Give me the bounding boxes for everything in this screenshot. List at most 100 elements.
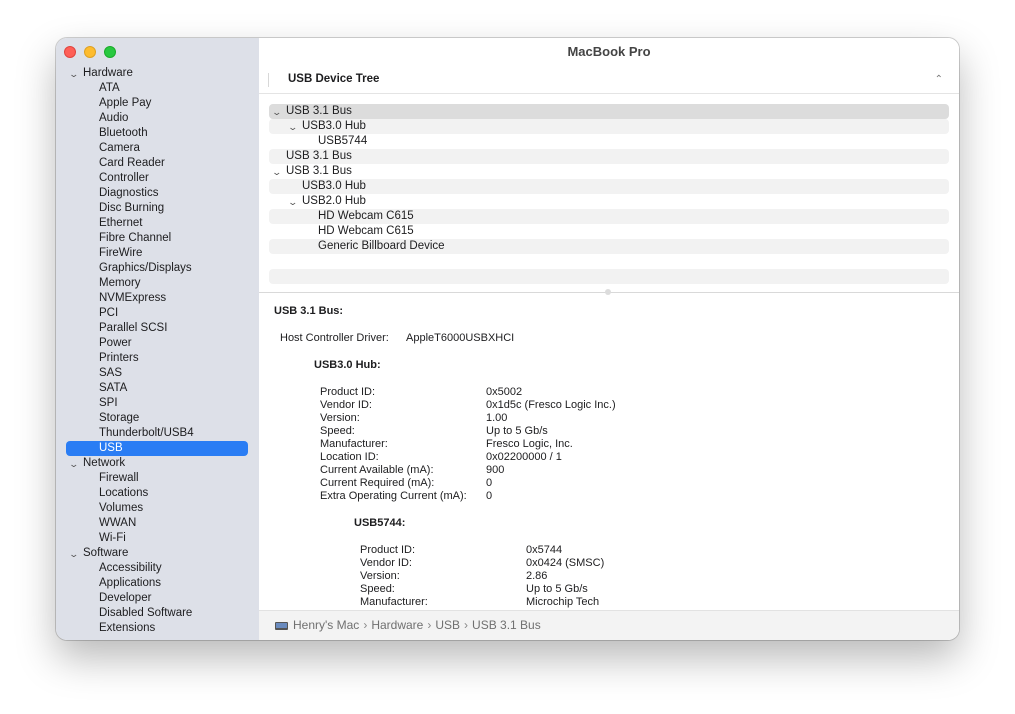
tree-row-label: USB3.0 Hub <box>302 180 366 192</box>
device-prop-value: Microchip Tech <box>526 596 600 608</box>
hub-title: USB3.0 Hub: <box>314 359 381 371</box>
tree-row-empty <box>269 254 949 269</box>
sidebar-item[interactable]: Bluetooth <box>56 126 259 141</box>
hub-prop-value: 900 <box>486 464 505 476</box>
hub-prop-key: Vendor ID: <box>320 399 372 411</box>
device-prop-value: 2.86 <box>526 570 548 582</box>
host-controller-label: Host Controller Driver: <box>280 332 389 344</box>
sidebar-item[interactable]: Parallel SCSI <box>56 321 259 336</box>
sidebar-item-usb-selected[interactable]: USB <box>66 441 248 456</box>
hub-prop-value: 0 <box>486 477 493 489</box>
sidebar-item[interactable]: Card Reader <box>56 156 259 171</box>
hub-prop-value: 0 <box>486 490 493 502</box>
sidebar-item[interactable]: SPI <box>56 396 259 411</box>
tree-row-empty <box>269 269 949 284</box>
chevron-down-icon[interactable]: ⌄ <box>271 165 282 180</box>
tree-row[interactable]: ⌄ USB2.0 Hub <box>269 194 949 209</box>
sidebar-item[interactable]: Applications <box>56 576 259 591</box>
breadcrumb-item[interactable]: USB 3.1 Bus <box>472 618 541 632</box>
device-prop-value: 0x5744 <box>526 544 563 556</box>
tree-row[interactable]: Generic Billboard Device <box>269 239 949 254</box>
sidebar-item[interactable]: Power <box>56 336 259 351</box>
sidebar-item[interactable]: Controller <box>56 171 259 186</box>
chevron-up-icon[interactable]: ⌃ <box>935 66 943 93</box>
breadcrumb-item[interactable]: Hardware <box>371 618 423 632</box>
tree-row[interactable]: ⌄ USB 3.1 Bus <box>269 164 949 179</box>
sidebar-category-software[interactable]: ⌄ Software <box>56 546 259 561</box>
tree-row[interactable]: USB 3.1 Bus <box>269 149 949 164</box>
sidebar-item[interactable]: Camera <box>56 141 259 156</box>
device-prop-key: Manufacturer: <box>360 596 428 608</box>
hub-prop-key: Location ID: <box>320 451 379 463</box>
sidebar-item[interactable]: WWAN <box>56 516 259 531</box>
tree-row[interactable]: HD Webcam C615 <box>269 224 949 239</box>
tree-row[interactable]: ⌄ USB 3.1 Bus <box>269 104 949 119</box>
sidebar-item[interactable]: PCI <box>56 306 259 321</box>
sidebar-item[interactable]: Disc Burning <box>56 201 259 216</box>
section-title: USB Device Tree <box>288 73 380 85</box>
hub-prop-key: Extra Operating Current (mA): <box>320 490 467 502</box>
usb-device-tree: ⌄ USB 3.1 Bus ⌄ USB3.0 Hub USB5744 USB 3… <box>269 104 949 284</box>
sidebar-item[interactable]: Ethernet <box>56 216 259 231</box>
sidebar-item[interactable]: Firewall <box>56 471 259 486</box>
tree-row[interactable]: HD Webcam C615 <box>269 209 949 224</box>
sidebar-category-network[interactable]: ⌄ Network <box>56 456 259 471</box>
tree-row[interactable]: USB5744 <box>269 134 949 149</box>
zoom-button[interactable] <box>104 46 116 58</box>
chevron-right-icon: › <box>464 618 469 632</box>
breadcrumb: Henry's Mac › Hardware › USB › USB 3.1 Bus <box>259 610 959 640</box>
chevron-down-icon[interactable]: ⌄ <box>68 457 79 472</box>
sidebar-item[interactable]: Disabled Software <box>56 606 259 621</box>
sidebar-item[interactable]: Thunderbolt/USB4 <box>56 426 259 441</box>
chevron-down-icon[interactable]: ⌄ <box>271 105 282 120</box>
sidebar-item[interactable]: Storage <box>56 411 259 426</box>
chevron-down-icon[interactable]: ⌄ <box>287 120 298 135</box>
sidebar: ⌄ Hardware ATA Apple Pay Audio Bluetooth… <box>56 38 260 640</box>
sidebar-item[interactable]: ATA <box>56 81 259 96</box>
sidebar-item[interactable]: NVMExpress <box>56 291 259 306</box>
hub-prop-key: Manufacturer: <box>320 438 388 450</box>
sidebar-item[interactable]: Diagnostics <box>56 186 259 201</box>
chevron-down-icon[interactable]: ⌄ <box>68 67 79 82</box>
hub-prop-value: Up to 5 Gb/s <box>486 425 548 437</box>
bus-title: USB 3.1 Bus: <box>274 305 344 317</box>
breadcrumb-item[interactable]: Henry's Mac <box>293 618 359 632</box>
sidebar-item[interactable]: Wi-Fi <box>56 531 259 546</box>
sidebar-item[interactable]: Audio <box>56 111 259 126</box>
chevron-down-icon[interactable]: ⌄ <box>68 547 79 562</box>
chevron-right-icon: › <box>427 618 432 632</box>
sidebar-item[interactable]: Fibre Channel <box>56 231 259 246</box>
tree-row[interactable]: ⌄ USB3.0 Hub <box>269 119 949 134</box>
close-button[interactable] <box>64 46 76 58</box>
device-prop-key: Speed: <box>360 583 395 595</box>
sidebar-item[interactable]: Accessibility <box>56 561 259 576</box>
section-header: USB Device Tree ⌃ <box>259 66 959 94</box>
sidebar-item[interactable]: Apple Pay <box>56 96 259 111</box>
sidebar-category-hardware[interactable]: ⌄ Hardware <box>56 66 259 81</box>
tree-row-label: USB 3.1 Bus <box>286 150 352 162</box>
sidebar-tree: ⌄ Hardware ATA Apple Pay Audio Bluetooth… <box>56 66 259 636</box>
sidebar-item[interactable]: Graphics/Displays <box>56 261 259 276</box>
sidebar-item[interactable]: Locations <box>56 486 259 501</box>
sidebar-item[interactable]: Printers <box>56 351 259 366</box>
sidebar-item[interactable]: SATA <box>56 381 259 396</box>
breadcrumb-item[interactable]: USB <box>435 618 460 632</box>
chevron-down-icon[interactable]: ⌄ <box>287 195 298 210</box>
split-divider[interactable] <box>259 289 959 295</box>
divider-handle[interactable] <box>605 289 611 295</box>
sidebar-item[interactable]: Developer <box>56 591 259 606</box>
sidebar-item[interactable]: Volumes <box>56 501 259 516</box>
sidebar-item[interactable]: Memory <box>56 276 259 291</box>
tree-row-label: HD Webcam C615 <box>318 225 414 237</box>
detail-pane: USB 3.1 Bus: Host Controller Driver: App… <box>259 300 959 610</box>
category-label: Network <box>83 457 126 469</box>
laptop-icon <box>275 622 288 630</box>
sidebar-item[interactable]: SAS <box>56 366 259 381</box>
tree-row-label: Generic Billboard Device <box>318 240 445 252</box>
system-information-window: ⌄ Hardware ATA Apple Pay Audio Bluetooth… <box>56 38 959 640</box>
tree-row[interactable]: USB3.0 Hub <box>269 179 949 194</box>
tree-row-label: USB 3.1 Bus <box>286 105 352 117</box>
sidebar-item[interactable]: FireWire <box>56 246 259 261</box>
sidebar-item[interactable]: Extensions <box>56 621 259 636</box>
minimize-button[interactable] <box>84 46 96 58</box>
